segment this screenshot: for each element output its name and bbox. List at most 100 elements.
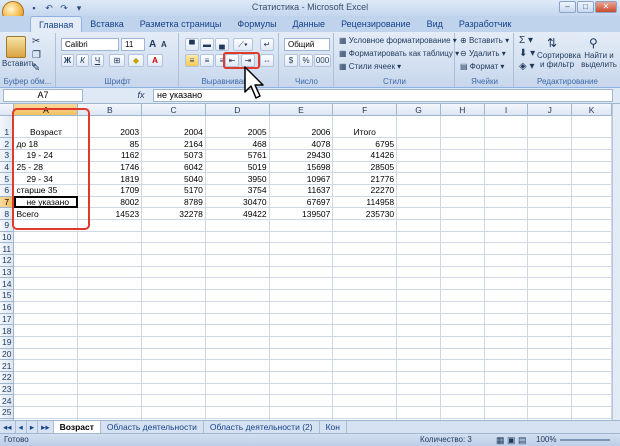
cell[interactable]	[396, 371, 441, 384]
paste-button[interactable]: Вставить	[2, 59, 36, 68]
cell[interactable]	[440, 254, 485, 267]
cell[interactable]	[396, 383, 441, 396]
cell[interactable]	[527, 254, 573, 267]
insert-cells-button[interactable]: ⊕ Вставить ▾	[460, 36, 509, 45]
cell[interactable]	[141, 406, 206, 419]
format-as-table-button[interactable]: ▦ Форматировать как таблицу ▾	[339, 49, 459, 58]
cell[interactable]	[77, 313, 143, 326]
align-left-icon[interactable]: ≡	[185, 54, 199, 67]
cell[interactable]	[396, 289, 441, 302]
cell[interactable]	[205, 289, 270, 302]
cell[interactable]	[484, 219, 529, 232]
format-cells-button[interactable]: ▤ Формат ▾	[460, 62, 504, 71]
sort-filter-button[interactable]: Сортировка и фильтр	[537, 51, 581, 69]
row-header[interactable]: 25	[0, 406, 15, 419]
cell[interactable]	[269, 359, 334, 372]
cell[interactable]	[332, 406, 398, 419]
tab-review[interactable]: Рецензирование	[333, 16, 419, 32]
cell[interactable]	[141, 394, 206, 407]
number-format-select[interactable]: Общий	[284, 38, 330, 51]
cell[interactable]	[77, 371, 143, 384]
cell[interactable]: 41426	[332, 149, 398, 162]
cell[interactable]	[440, 359, 485, 372]
cell[interactable]	[205, 383, 270, 396]
cell[interactable]	[269, 277, 334, 291]
cell[interactable]: 8789	[141, 196, 206, 209]
fill-color-icon[interactable]: ◆	[128, 54, 144, 67]
cell[interactable]	[484, 172, 529, 185]
align-center-icon[interactable]: ≡	[200, 54, 214, 67]
cell[interactable]	[396, 196, 441, 209]
cell[interactable]	[484, 359, 529, 372]
cell[interactable]	[440, 149, 485, 162]
cell[interactable]	[396, 149, 441, 162]
cell[interactable]	[141, 231, 206, 244]
cell[interactable]	[527, 359, 573, 372]
cell[interactable]	[484, 336, 529, 349]
cell[interactable]	[527, 406, 573, 419]
row-header[interactable]: 16	[0, 301, 15, 314]
cell[interactable]	[141, 371, 206, 384]
sheet-tab-kon[interactable]: Кон	[320, 421, 347, 433]
cell[interactable]	[440, 394, 485, 407]
cell[interactable]	[13, 359, 79, 372]
cell[interactable]	[332, 313, 398, 326]
cell[interactable]	[571, 348, 612, 361]
cell[interactable]	[527, 301, 573, 314]
cell[interactable]: 2004	[141, 115, 206, 139]
column-header[interactable]: F	[332, 104, 398, 117]
cell[interactable]	[77, 383, 143, 396]
cell[interactable]	[484, 289, 529, 302]
cut-icon[interactable]: ✂	[32, 36, 40, 47]
cell[interactable]	[484, 242, 529, 256]
cell[interactable]	[396, 184, 441, 197]
cell[interactable]	[205, 231, 270, 244]
row-header[interactable]: 20	[0, 348, 15, 361]
cell[interactable]	[527, 219, 573, 232]
cell[interactable]	[141, 242, 206, 256]
cell[interactable]	[269, 266, 334, 279]
cell[interactable]	[332, 242, 398, 256]
cell[interactable]	[396, 336, 441, 349]
cell[interactable]	[440, 207, 485, 220]
cell[interactable]	[396, 348, 441, 361]
align-middle-icon[interactable]: ▬	[200, 38, 214, 51]
find-select-button[interactable]: Найти и выделить	[579, 51, 619, 69]
cell[interactable]: 3754	[205, 184, 270, 197]
orientation-icon[interactable]: ⟋▾	[233, 38, 253, 51]
cell[interactable]	[141, 219, 206, 232]
find-select-icon[interactable]: ⚲	[589, 36, 598, 50]
cell[interactable]	[141, 336, 206, 349]
view-buttons-icon[interactable]: ▦ ▣ ▤	[496, 434, 527, 446]
cell[interactable]	[527, 242, 573, 256]
row-header[interactable]: 21	[0, 359, 15, 372]
cell[interactable]	[332, 289, 398, 302]
cell[interactable]	[527, 196, 573, 209]
cell[interactable]: 5761	[205, 149, 270, 162]
cell[interactable]	[332, 371, 398, 384]
cell[interactable]: 29430	[269, 149, 334, 162]
cell[interactable]	[571, 115, 612, 139]
cell[interactable]	[205, 219, 270, 232]
cell[interactable]	[13, 277, 79, 291]
column-header[interactable]: H	[440, 104, 485, 117]
cell[interactable]	[13, 231, 79, 244]
cell[interactable]: 5073	[141, 149, 206, 162]
cell[interactable]	[141, 324, 206, 337]
cell[interactable]	[269, 313, 334, 326]
cell[interactable]	[77, 348, 143, 361]
cell[interactable]	[141, 313, 206, 326]
row-header[interactable]: 24	[0, 394, 15, 407]
cell[interactable]	[527, 336, 573, 349]
cell[interactable]	[269, 254, 334, 267]
cell-styles-button[interactable]: ▦ Стили ячеек ▾	[339, 62, 401, 71]
cell[interactable]	[141, 277, 206, 291]
cell[interactable]	[396, 254, 441, 267]
cell[interactable]	[440, 301, 485, 314]
cell[interactable]: 2164	[141, 137, 206, 150]
cell[interactable]: 2006	[269, 115, 334, 139]
cell[interactable]	[440, 324, 485, 337]
cell[interactable]	[269, 394, 334, 407]
cell[interactable]	[396, 242, 441, 256]
align-top-icon[interactable]: ▀	[185, 38, 199, 51]
